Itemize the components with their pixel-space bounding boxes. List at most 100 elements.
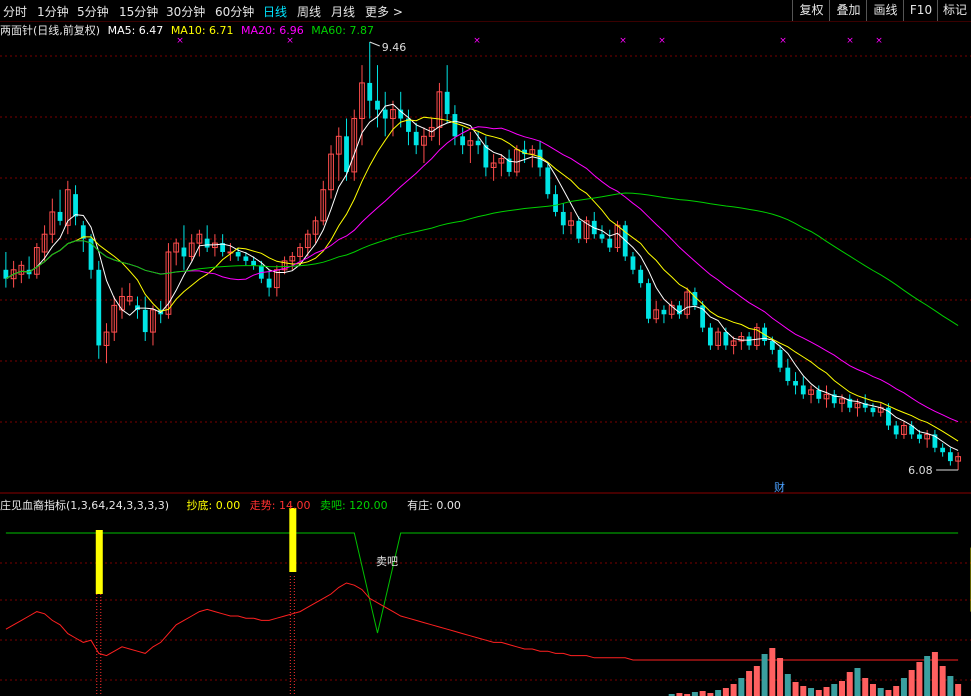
indicator-bar bbox=[939, 666, 946, 696]
maiba-value: 卖吧: 120.00 bbox=[319, 499, 388, 512]
indicator-bar bbox=[777, 658, 784, 696]
indicator-bar bbox=[862, 678, 869, 696]
chaodi-value: 抄底: 0.00 bbox=[186, 499, 241, 512]
candle-body bbox=[204, 238, 210, 248]
youzhuang-value: 有庄: 0.00 bbox=[407, 499, 461, 512]
candle-body bbox=[607, 238, 613, 248]
candle-body bbox=[553, 194, 558, 212]
candle-body bbox=[800, 385, 806, 395]
indicator-legend: 庄见血裔指标(1,3,64,24,3,3,3,3) 抄底: 0.00 走势: 1… bbox=[0, 497, 465, 513]
ma20-value: MA20: 6.96 bbox=[241, 24, 304, 37]
indicator-bar bbox=[908, 670, 915, 696]
candle-body bbox=[413, 131, 419, 146]
kline-chart: 9.466.08财× × × × × × × ×卖吧 bbox=[0, 36, 971, 696]
ma60-line bbox=[5, 192, 959, 327]
event-marker-6: × bbox=[846, 36, 854, 46]
signal-bar-0 bbox=[95, 530, 103, 594]
trend-line bbox=[5, 582, 959, 661]
indicator-title: 庄见血裔指标(1,3,64,24,3,3,3,3) bbox=[0, 499, 170, 512]
ma60-value: MA60: 7.87 bbox=[311, 24, 374, 37]
candle-body bbox=[367, 82, 373, 101]
sell-label: 卖吧 bbox=[376, 555, 398, 568]
indicator-bar bbox=[699, 691, 706, 696]
candle-body bbox=[816, 389, 822, 399]
finance-marker: 财 bbox=[774, 480, 785, 494]
candle-body bbox=[940, 447, 946, 453]
main-chart-legend: 两面针(日线,前复权) MA5: 6.47 MA10: 6.71 MA20: 6… bbox=[0, 22, 378, 38]
event-marker-4: × bbox=[658, 36, 666, 46]
candle-body bbox=[777, 349, 783, 368]
indicator-bar bbox=[846, 672, 853, 696]
event-marker-3: × bbox=[619, 36, 627, 46]
indicator-bar bbox=[885, 690, 892, 696]
candle-body bbox=[444, 91, 450, 115]
indicator-bar bbox=[900, 678, 907, 696]
indicator-bar bbox=[730, 684, 737, 696]
candle-body bbox=[746, 336, 752, 346]
candle-body bbox=[893, 425, 899, 435]
indicator-bar bbox=[715, 690, 722, 696]
candle-body bbox=[769, 340, 775, 350]
candle-body bbox=[630, 256, 636, 270]
indicator-bar bbox=[955, 684, 962, 696]
indicator-bar bbox=[722, 688, 729, 696]
candle-body bbox=[235, 251, 241, 257]
candle-body bbox=[344, 136, 349, 172]
indicator-bar bbox=[815, 690, 822, 696]
candle-body bbox=[793, 381, 798, 386]
candle-body bbox=[576, 220, 582, 239]
indicator-bar bbox=[753, 666, 760, 696]
candle-body bbox=[707, 327, 713, 346]
candle-body bbox=[375, 100, 380, 110]
candle-body bbox=[382, 109, 388, 119]
stock-title: 两面针(日线,前复权) bbox=[0, 24, 101, 37]
indicator-bar bbox=[792, 682, 799, 696]
indicator-bar bbox=[893, 686, 900, 696]
indicator-bar bbox=[877, 688, 884, 696]
candle-body bbox=[251, 260, 257, 266]
high-price-label: 9.46 bbox=[382, 41, 407, 54]
indicator-bar bbox=[746, 671, 753, 696]
indicator-bar bbox=[831, 684, 838, 696]
indicator-bar bbox=[869, 684, 876, 696]
indicator-bar bbox=[931, 652, 938, 696]
candle-body bbox=[73, 194, 78, 217]
candle-body bbox=[646, 283, 651, 319]
candle-body bbox=[870, 407, 876, 413]
indicator-bar bbox=[854, 668, 861, 696]
candle-body bbox=[661, 309, 667, 315]
candle-body bbox=[475, 140, 481, 146]
candle-body bbox=[560, 211, 566, 226]
candle-body bbox=[638, 269, 644, 284]
indicator-bar bbox=[924, 656, 931, 696]
candle-body bbox=[723, 332, 729, 346]
candle-body bbox=[96, 269, 102, 346]
indicator-bar bbox=[738, 678, 745, 696]
ma10-line bbox=[5, 116, 959, 442]
candle-body bbox=[142, 309, 148, 333]
event-marker-2: × bbox=[473, 36, 481, 46]
low-price-label: 6.08 bbox=[908, 464, 933, 477]
ma10-value: MA10: 6.71 bbox=[170, 24, 234, 37]
indicator-bar bbox=[947, 676, 954, 696]
candle-body bbox=[599, 234, 605, 239]
high-arrow bbox=[369, 41, 380, 47]
candle-body bbox=[243, 256, 249, 261]
candle-body bbox=[181, 247, 187, 257]
candle-body bbox=[452, 114, 458, 137]
indicator-bar bbox=[769, 648, 776, 696]
sell-line bbox=[5, 532, 959, 634]
candle-body bbox=[57, 211, 63, 221]
indicator-bar bbox=[784, 674, 791, 696]
candle-body bbox=[545, 167, 551, 195]
candle-body bbox=[917, 434, 922, 439]
ma20-line bbox=[5, 126, 959, 423]
ma5-value: MA5: 6.47 bbox=[107, 24, 164, 37]
event-marker-5: × bbox=[779, 36, 787, 46]
indicator-bar bbox=[839, 681, 845, 696]
indicator-bar bbox=[761, 654, 768, 696]
ma5-line bbox=[5, 103, 959, 451]
indicator-bar bbox=[808, 688, 815, 696]
candle-body bbox=[266, 278, 272, 288]
indicator-bar bbox=[916, 662, 923, 696]
